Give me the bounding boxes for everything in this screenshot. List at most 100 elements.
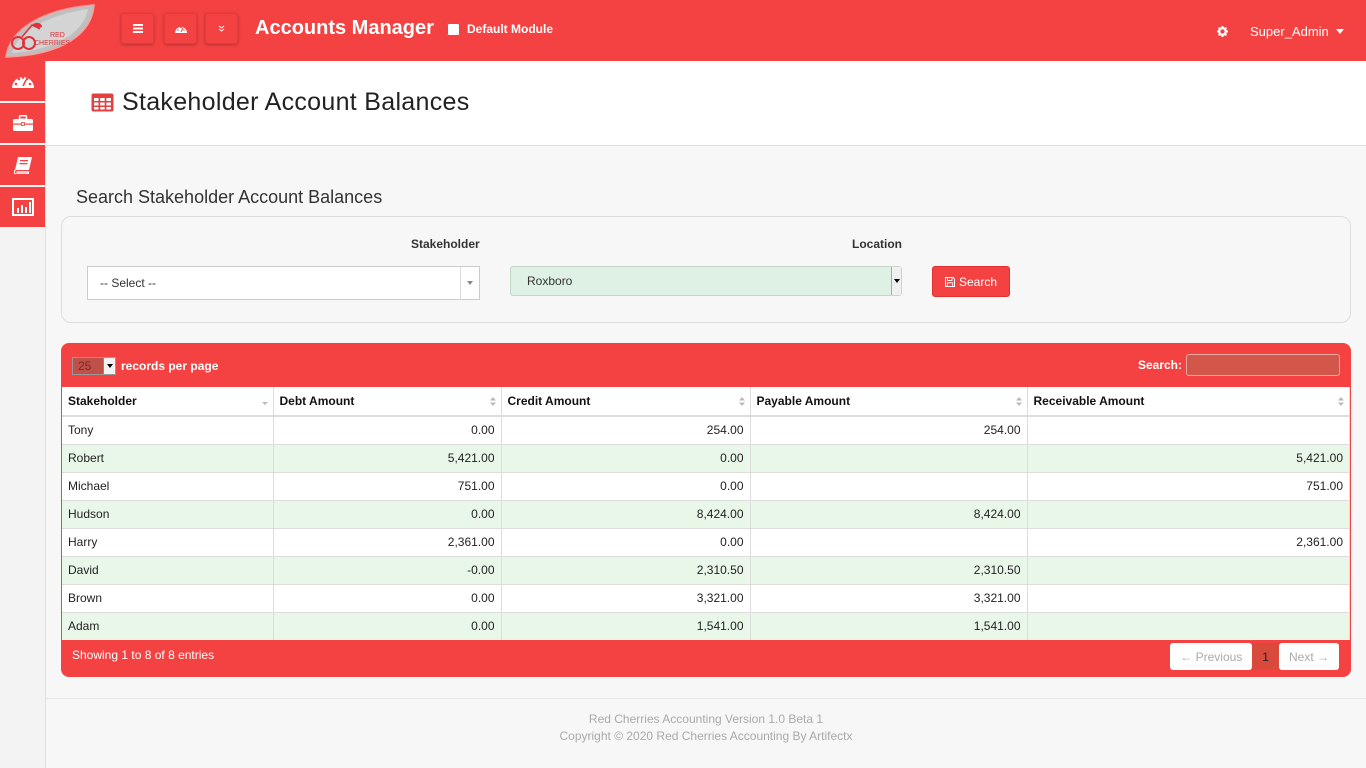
cell-credit: 0.00 xyxy=(501,471,751,500)
pagination: ← Previous 1 Next → xyxy=(1170,643,1339,670)
cell-credit: 254.00 xyxy=(501,415,751,444)
chevron-down-icon xyxy=(460,267,479,299)
column-header-stakeholder[interactable]: Stakeholder xyxy=(62,387,274,417)
cell-debt: 0.00 xyxy=(273,499,502,528)
user-menu-dropdown[interactable]: Super_Admin xyxy=(1250,24,1344,39)
gear-icon xyxy=(1217,26,1228,37)
cell-stakeholder: Robert xyxy=(62,443,274,472)
red-cherries-logo[interactable]: RED CHERRIES xyxy=(4,3,96,58)
column-header-label: Credit Amount xyxy=(507,394,591,408)
sidebar-item-book[interactable] xyxy=(0,145,45,185)
user-name: Super_Admin xyxy=(1250,24,1329,39)
column-header-receivable-amount[interactable]: Receivable Amount xyxy=(1027,387,1350,417)
dashboard-button[interactable] xyxy=(164,13,197,44)
sort-both-icon xyxy=(738,397,745,406)
page-title: Stakeholder Account Balances xyxy=(91,88,470,117)
footer-version: Red Cherries Accounting Version 1.0 Beta… xyxy=(588,712,824,726)
cell-payable xyxy=(750,471,1028,500)
cell-credit: 0.00 xyxy=(501,527,751,556)
sort-both-icon xyxy=(489,397,496,406)
records-per-page-label: records per page xyxy=(121,359,219,373)
stakeholder-label: Stakeholder xyxy=(411,237,480,251)
cell-stakeholder: David xyxy=(62,555,274,584)
search-button[interactable]: Search xyxy=(932,266,1010,297)
table-row: Brown 0.00 3,321.00 3,321.00 xyxy=(62,583,1350,612)
previous-page-button[interactable]: ← Previous xyxy=(1170,643,1253,670)
records-per-page-select[interactable]: 25 xyxy=(72,357,116,375)
search-panel: Stakeholder -- Select -- Location Roxbor… xyxy=(61,216,1351,323)
cell-debt: 2,361.00 xyxy=(273,527,502,556)
footer: Red Cherries Accounting Version 1.0 Beta… xyxy=(46,698,1366,768)
column-header-label: Stakeholder xyxy=(68,394,137,408)
table-search: Search: xyxy=(1138,354,1340,376)
results-panel: 25 records per page Search: Stakeholder … xyxy=(61,343,1351,677)
cell-stakeholder: Adam xyxy=(62,611,274,640)
page-title-text: Stakeholder Account Balances xyxy=(122,88,470,116)
page-1-button[interactable]: 1 xyxy=(1252,643,1279,670)
cell-debt: 0.00 xyxy=(273,611,502,640)
records-per-page-value: 25 xyxy=(78,359,92,373)
cell-credit: 8,424.00 xyxy=(501,499,751,528)
column-header-payable-amount[interactable]: Payable Amount xyxy=(750,387,1028,417)
location-select-value: Roxboro xyxy=(527,274,573,288)
chevron-double-down-icon xyxy=(218,25,225,32)
location-label: Location xyxy=(852,237,902,251)
top-navbar: RED CHERRIES Accounts Manager Default Mo… xyxy=(0,0,1366,61)
cell-receivable: 2,361.00 xyxy=(1027,527,1350,556)
table-search-input[interactable] xyxy=(1186,354,1340,376)
cell-credit: 3,321.00 xyxy=(501,583,751,612)
cell-debt: 5,421.00 xyxy=(273,443,502,472)
section-title: Search Stakeholder Account Balances xyxy=(76,187,383,207)
caret-down-icon xyxy=(1335,29,1344,34)
column-header-credit-amount[interactable]: Credit Amount xyxy=(501,387,751,417)
menu-toggle-button[interactable] xyxy=(121,13,154,44)
sidebar-item-reports[interactable] xyxy=(0,187,45,227)
footer-copyright: Copyright © 2020 Red Cherries Accounting… xyxy=(559,729,853,743)
sidebar xyxy=(0,61,46,768)
table-icon xyxy=(91,93,114,112)
dashboard-icon xyxy=(11,76,34,88)
svg-text:RED: RED xyxy=(50,32,65,39)
app-title: Accounts Manager xyxy=(255,17,434,39)
table-row: Harry 2,361.00 0.00 2,361.00 xyxy=(62,527,1350,556)
cell-debt: -0.00 xyxy=(273,555,502,584)
sort-desc-icon xyxy=(261,402,268,405)
stakeholder-select[interactable]: -- Select -- xyxy=(87,266,480,300)
default-module-checkbox[interactable] xyxy=(447,22,460,36)
sort-both-icon xyxy=(1338,397,1344,406)
dashboard-icon xyxy=(174,26,187,33)
table-row: Michael 751.00 0.00 751.00 xyxy=(62,471,1350,500)
column-header-debt-amount[interactable]: Debt Amount xyxy=(273,387,502,417)
sidebar-item-dashboard[interactable] xyxy=(0,61,45,101)
table-row: Hudson 0.00 8,424.00 8,424.00 xyxy=(62,499,1350,528)
location-select[interactable]: Roxboro xyxy=(510,266,902,296)
cell-receivable xyxy=(1027,555,1350,584)
next-page-button[interactable]: Next → xyxy=(1278,643,1339,670)
cell-stakeholder: Brown xyxy=(62,583,274,612)
cell-stakeholder: Michael xyxy=(62,471,274,500)
table-row: David -0.00 2,310.50 2,310.50 xyxy=(62,555,1350,584)
cell-credit: 2,310.50 xyxy=(501,555,751,584)
default-module-label: Default Module xyxy=(467,22,553,36)
sort-both-icon xyxy=(1015,397,1022,406)
cell-payable: 8,424.00 xyxy=(750,499,1028,528)
svg-text:CHERRIES: CHERRIES xyxy=(34,40,71,47)
settings-button[interactable] xyxy=(1217,24,1228,42)
column-header-label: Debt Amount xyxy=(279,394,355,408)
table-row: Adam 0.00 1,541.00 1,541.00 xyxy=(62,611,1350,640)
cell-credit: 0.00 xyxy=(501,443,751,472)
sidebar-item-briefcase[interactable] xyxy=(0,103,45,143)
table-search-label: Search: xyxy=(1137,358,1182,372)
save-icon xyxy=(944,276,955,287)
cell-payable xyxy=(750,443,1028,472)
cell-receivable: 751.00 xyxy=(1027,471,1350,500)
cell-payable: 3,321.00 xyxy=(750,583,1028,612)
cell-stakeholder: Harry xyxy=(62,527,274,556)
cell-stakeholder: Hudson xyxy=(62,499,274,528)
expand-button[interactable] xyxy=(205,13,238,44)
chevron-down-icon xyxy=(891,267,901,295)
default-module-toggle[interactable]: Default Module xyxy=(447,22,553,36)
stakeholder-select-value: -- Select -- xyxy=(100,276,157,290)
cell-credit: 1,541.00 xyxy=(501,611,751,640)
table-header-row: Stakeholder Debt Amount Credit Amount Pa… xyxy=(62,387,1350,417)
